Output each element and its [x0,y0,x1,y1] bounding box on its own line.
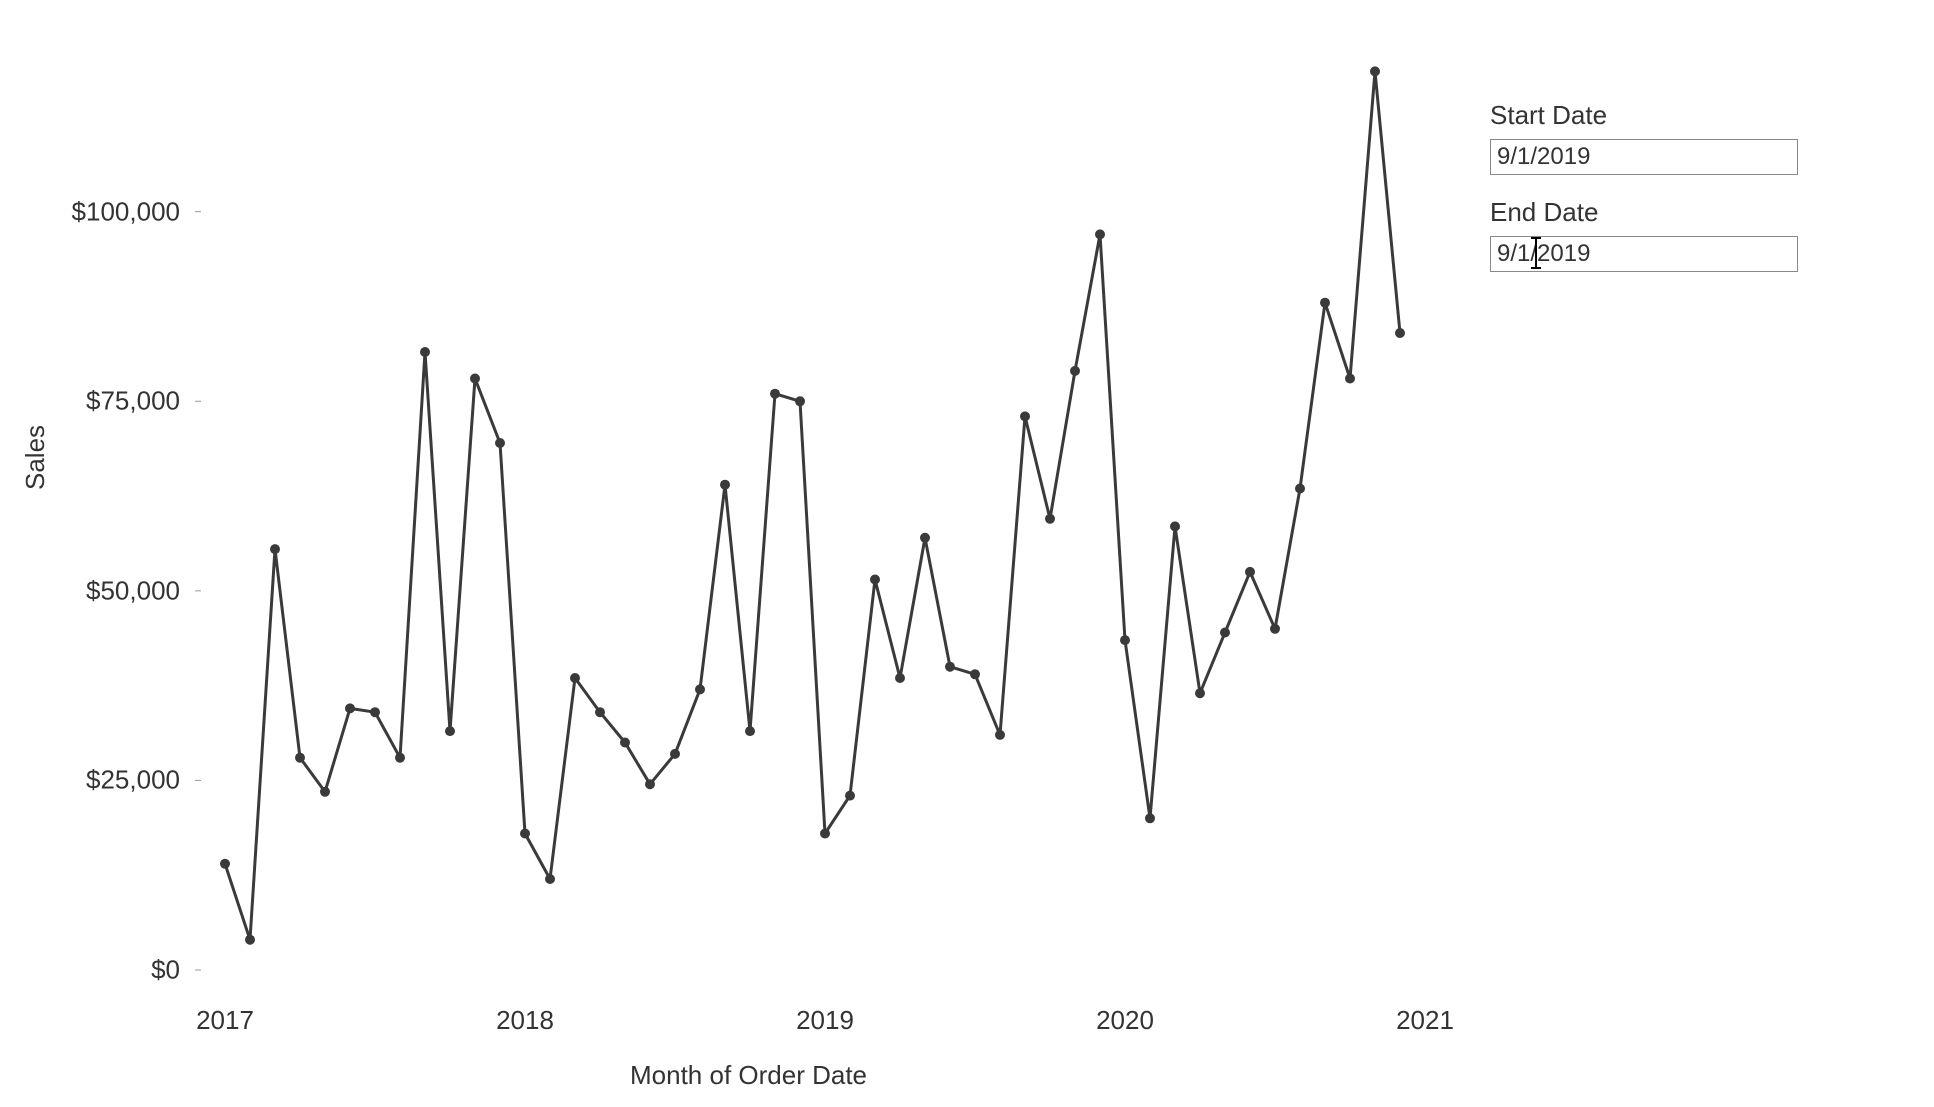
data-point[interactable] [820,829,830,839]
data-point[interactable] [495,438,505,448]
data-point[interactable] [995,730,1005,740]
y-tick-label: $25,000 [86,765,180,796]
data-point[interactable] [295,753,305,763]
y-tick-label: $0 [151,955,180,986]
data-point[interactable] [1395,328,1405,338]
start-date-label: Start Date [1490,100,1810,131]
data-point[interactable] [720,480,730,490]
data-point[interactable] [920,533,930,543]
data-point[interactable] [445,726,455,736]
data-point[interactable] [270,544,280,554]
data-point[interactable] [1120,635,1130,645]
data-point[interactable] [1320,298,1330,308]
data-point[interactable] [895,673,905,683]
data-point[interactable] [1295,484,1305,494]
x-tick-label: 2021 [1396,1005,1454,1036]
data-point[interactable] [420,347,430,357]
data-point[interactable] [370,707,380,717]
plot-area [195,60,1455,990]
data-point[interactable] [1270,624,1280,634]
data-point[interactable] [1045,514,1055,524]
x-axis-ticks: 2017 2018 2019 2020 2021 [0,1005,1480,1045]
series-line [225,71,1400,939]
data-point[interactable] [395,753,405,763]
end-date-label: End Date [1490,197,1810,228]
data-point[interactable] [945,662,955,672]
data-point[interactable] [595,707,605,717]
x-tick-label: 2017 [196,1005,254,1036]
sales-line-chart: Sales Month of Order Date $0 $25,000 $50,0… [0,0,1480,1107]
data-point[interactable] [970,669,980,679]
x-axis-label: Month of Order Date [630,1060,867,1091]
start-date-input[interactable] [1490,139,1798,175]
data-point[interactable] [1195,688,1205,698]
data-point[interactable] [1345,374,1355,384]
data-point[interactable] [1245,567,1255,577]
x-tick-label: 2018 [496,1005,554,1036]
data-point[interactable] [1145,813,1155,823]
data-point[interactable] [795,396,805,406]
y-tick-label: $75,000 [86,386,180,417]
y-axis-ticks: $0 $25,000 $50,000 $75,000 $100,000 [50,0,180,1000]
x-tick-label: 2020 [1096,1005,1154,1036]
data-point[interactable] [320,787,330,797]
data-point[interactable] [745,726,755,736]
start-date-group: Start Date [1490,100,1810,175]
y-axis-label: Sales [20,425,51,490]
data-point[interactable] [620,738,630,748]
data-point[interactable] [245,935,255,945]
data-point[interactable] [1220,628,1230,638]
data-point[interactable] [1170,521,1180,531]
data-point[interactable] [670,749,680,759]
data-point[interactable] [470,374,480,384]
data-point[interactable] [220,859,230,869]
data-point[interactable] [645,779,655,789]
x-tick-label: 2019 [796,1005,854,1036]
data-point[interactable] [845,791,855,801]
end-date-input[interactable] [1490,236,1798,272]
data-point[interactable] [870,575,880,585]
data-point[interactable] [520,829,530,839]
date-filter-panel: Start Date End Date [1490,100,1810,294]
data-point[interactable] [345,703,355,713]
data-point[interactable] [1370,66,1380,76]
data-point[interactable] [1070,366,1080,376]
end-date-group: End Date [1490,197,1810,272]
data-point[interactable] [1020,411,1030,421]
y-tick-label: $50,000 [86,575,180,606]
y-tick-label: $100,000 [72,196,180,227]
data-point[interactable] [570,673,580,683]
data-point[interactable] [695,684,705,694]
data-point[interactable] [770,389,780,399]
data-point[interactable] [1095,229,1105,239]
data-point[interactable] [545,874,555,884]
